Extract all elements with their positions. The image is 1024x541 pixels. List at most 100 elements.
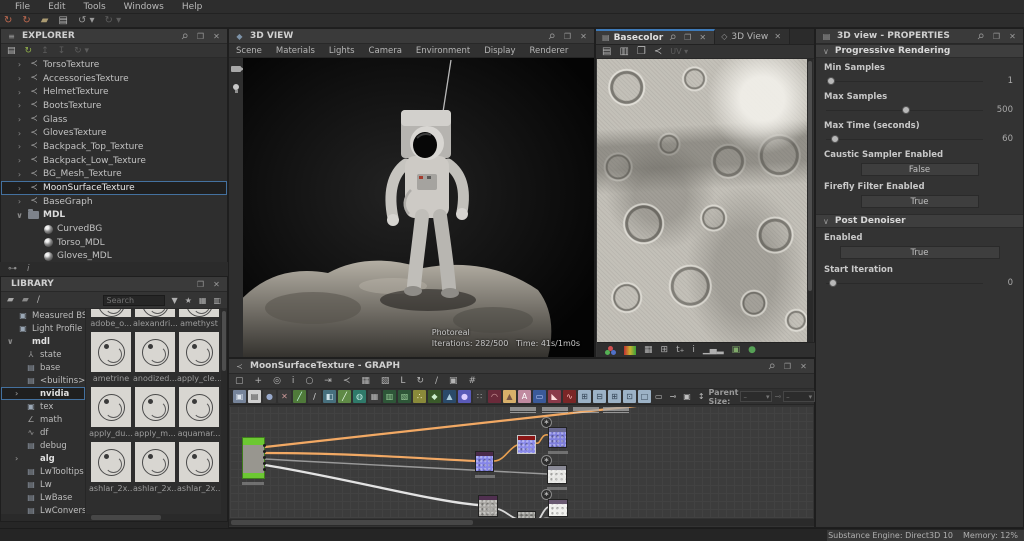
node-create-icon[interactable]: ● (263, 390, 276, 403)
toolbar-icon[interactable]: ▤ (58, 15, 67, 27)
node-create-icon[interactable]: ▦ (368, 390, 381, 403)
display-toolbar-icon[interactable]: ▣ (732, 345, 741, 355)
view3d-menu-item[interactable]: Lights (322, 46, 362, 56)
node-create-icon[interactable]: ⊞ (608, 390, 621, 403)
graph-tool-icon[interactable]: ○ (305, 376, 313, 386)
tree-item[interactable]: ∨ MDL (1, 209, 227, 223)
chevron-icon[interactable]: › (15, 156, 24, 165)
library-folder-item[interactable]: ∨ mdl (1, 335, 85, 348)
node-create-icon[interactable]: ∷ (473, 390, 486, 403)
library-horizontal-scrollbar[interactable] (1, 514, 227, 521)
tree-item[interactable]: Torso_MDL (1, 236, 227, 250)
node-create-icon[interactable]: ▤ (248, 390, 261, 403)
graph-tool-icon[interactable]: + (255, 376, 263, 386)
library-folder-item[interactable]: tex (1, 400, 85, 413)
graph-tool-icon[interactable]: ▣ (449, 376, 458, 386)
view3d-menu-item[interactable]: Environment (409, 46, 477, 56)
texture-viewport[interactable] (597, 59, 809, 343)
tree-item[interactable]: › TorsoTexture (1, 58, 227, 72)
parent-size-height-dropdown[interactable]: – ▾ (783, 391, 816, 402)
chevron-icon[interactable]: ∨ (7, 337, 14, 346)
display-toolbar-icon[interactable]: ▁▄▂ (703, 345, 724, 355)
link-size-icon[interactable]: ⊸ (774, 392, 781, 401)
graph-tool-icon[interactable]: ▦ (361, 376, 370, 386)
float-icon[interactable]: ❐ (991, 32, 1002, 41)
graph-node-roughness[interactable] (547, 465, 567, 484)
library-toolbar-icon[interactable]: ▰ (22, 295, 29, 305)
float-icon[interactable]: ❐ (195, 32, 206, 41)
info-dock-icon[interactable]: i (27, 264, 30, 274)
float-icon[interactable]: ❐ (682, 33, 693, 42)
graph-node-levels[interactable] (478, 495, 498, 517)
view3d-menu-item[interactable]: Scene (229, 46, 269, 56)
chevron-icon[interactable]: ∨ (15, 211, 24, 220)
toolbar-icon[interactable]: ↻ (22, 15, 30, 27)
node-create-icon[interactable]: ∴ (413, 390, 426, 403)
display-toolbar-icon[interactable]: t₊ (676, 345, 684, 355)
graph-node-gradient[interactable] (517, 435, 536, 454)
uv-dropdown[interactable]: UV ▾ (670, 47, 688, 56)
section-progressive-rendering[interactable]: ∨ Progressive Rendering (816, 44, 1023, 58)
caustic-sampler-toggle[interactable]: False (860, 163, 979, 176)
explorer-toolbar-icon[interactable]: ↥ (41, 46, 49, 56)
view2d-toolbar-icon[interactable]: ≺ (654, 46, 662, 57)
library-folder-item[interactable]: state (1, 348, 85, 361)
pin-icon[interactable]: ⚲ (666, 30, 680, 44)
close-icon[interactable]: ✕ (697, 33, 708, 42)
tree-item[interactable]: › AccessoriesTexture (1, 72, 227, 86)
explorer-dock-icon[interactable]: ⊶ (8, 264, 17, 274)
graph-canvas[interactable]: ∗ ∗ ∗ ∗ (230, 407, 813, 518)
explorer-toolbar-icon[interactable]: ↻ (25, 46, 33, 56)
graph-node-output[interactable] (242, 437, 266, 479)
graph-tool-icon[interactable]: ▧ (381, 376, 390, 386)
library-folder-item[interactable]: Lw (1, 478, 85, 491)
display-toolbar-icon[interactable]: ⊞ (661, 345, 669, 355)
tree-item[interactable]: › BG_Mesh_Texture (1, 168, 227, 182)
graph-tool-icon[interactable]: L (400, 376, 405, 386)
library-filter-icon[interactable]: ▥ (213, 296, 221, 305)
graph-tool-icon[interactable]: i (292, 376, 295, 386)
node-create-icon[interactable]: ▧ (398, 390, 411, 403)
chevron-icon[interactable]: › (15, 197, 24, 206)
graph-tool-icon[interactable]: ∕ (435, 376, 438, 386)
explorer-toolbar-icon[interactable]: ↻ ▾ (74, 46, 89, 56)
library-filter-icon[interactable]: ▦ (199, 296, 207, 305)
menu-item[interactable]: Edit (39, 2, 74, 12)
rgb-channels-icon[interactable] (605, 345, 616, 355)
node-create-icon[interactable]: ∿ (563, 390, 576, 403)
close-icon[interactable]: ✕ (211, 280, 222, 289)
tree-item[interactable]: › HelmetTexture (1, 85, 227, 99)
chevron-icon[interactable]: › (15, 389, 22, 398)
library-folder-item[interactable]: › alg (1, 452, 85, 465)
view2d-toolbar-icon[interactable]: ❐ (637, 46, 646, 57)
library-asset[interactable]: ashlar_2x... (177, 440, 221, 495)
chevron-icon[interactable]: › (15, 129, 24, 138)
library-toolbar-icon[interactable]: ∕ (37, 295, 40, 305)
toolbar-icon[interactable]: ↻ (4, 15, 12, 27)
library-asset[interactable]: ashlar_2x... (89, 440, 133, 495)
node-create-icon[interactable]: ▲ (443, 390, 456, 403)
graph-node-basecolor[interactable] (548, 427, 567, 448)
library-folder-item[interactable]: df (1, 426, 85, 439)
view3d-viewport[interactable]: Photoreal Iterations: 282/500 Time: 41s/… (238, 58, 594, 357)
library-folder-item[interactable]: LwBase (1, 491, 85, 504)
menu-item[interactable]: Windows (115, 2, 173, 12)
firefly-filter-toggle[interactable]: True (860, 195, 979, 208)
view2d-toolbar-icon[interactable]: ▤ (602, 46, 611, 57)
display-toolbar-icon[interactable]: i (692, 345, 695, 355)
graph-extra-icon[interactable]: ↕ (698, 392, 705, 401)
chevron-icon[interactable]: › (15, 88, 24, 97)
menu-item[interactable]: File (6, 2, 39, 12)
max-time-slider[interactable]: 60 (824, 134, 1015, 145)
toolbar-icon[interactable]: ▰ (41, 15, 49, 27)
node-create-icon[interactable]: □ (638, 390, 651, 403)
node-create-icon[interactable]: ▣ (233, 390, 246, 403)
node-create-icon[interactable]: ◍ (353, 390, 366, 403)
toolbar-icon[interactable]: ↻ ▾ (105, 15, 122, 27)
tree-item[interactable]: › Backpack_Top_Texture (1, 140, 227, 154)
close-icon[interactable]: ✕ (211, 32, 222, 41)
tab-3d-view[interactable]: ◇ 3D View ✕ (715, 29, 791, 44)
chevron-icon[interactable]: › (15, 74, 24, 83)
library-folder-item[interactable]: Light Profile (1, 322, 85, 335)
node-create-icon[interactable]: ⊟ (593, 390, 606, 403)
